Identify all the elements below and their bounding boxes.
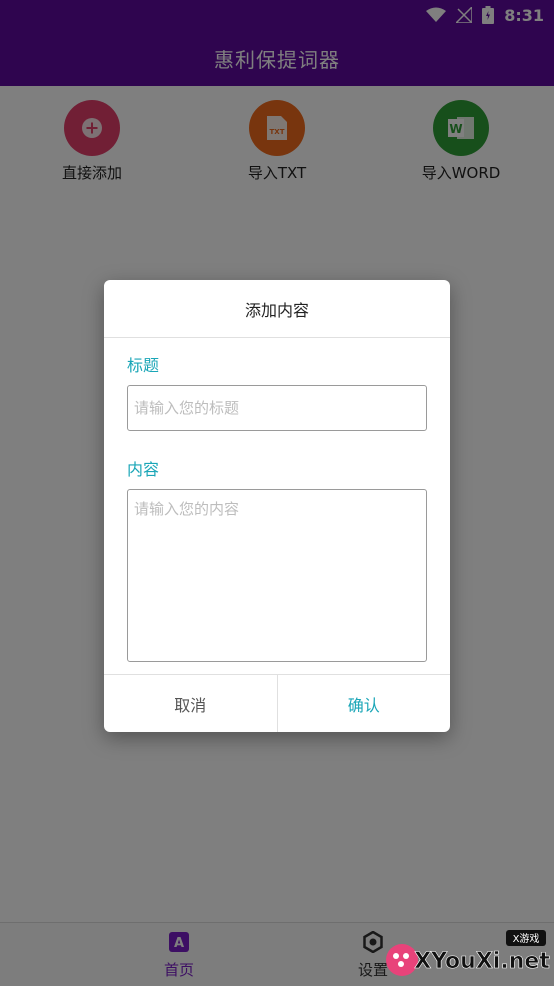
watermark-text: XYouXi.net <box>414 949 550 974</box>
dialog-footer: 取消 确认 <box>104 674 450 732</box>
confirm-button[interactable]: 确认 <box>278 675 451 732</box>
title-field-label: 标题 <box>127 356 160 375</box>
content-field-label: 内容 <box>127 460 160 479</box>
site-watermark: X游戏 XYouXi.net <box>384 926 551 982</box>
dialog-header: 添加内容 <box>104 280 450 338</box>
title-input[interactable] <box>127 385 427 431</box>
cancel-button[interactable]: 取消 <box>104 675 278 732</box>
watermark-badge: X游戏 <box>513 932 540 945</box>
content-textarea[interactable] <box>127 489 427 662</box>
add-content-dialog: 添加内容 标题 内容 取消 确认 <box>104 280 450 732</box>
dialog-title: 添加内容 <box>244 300 309 320</box>
watermark-logo: X游戏 XYouXi.net <box>386 930 551 976</box>
